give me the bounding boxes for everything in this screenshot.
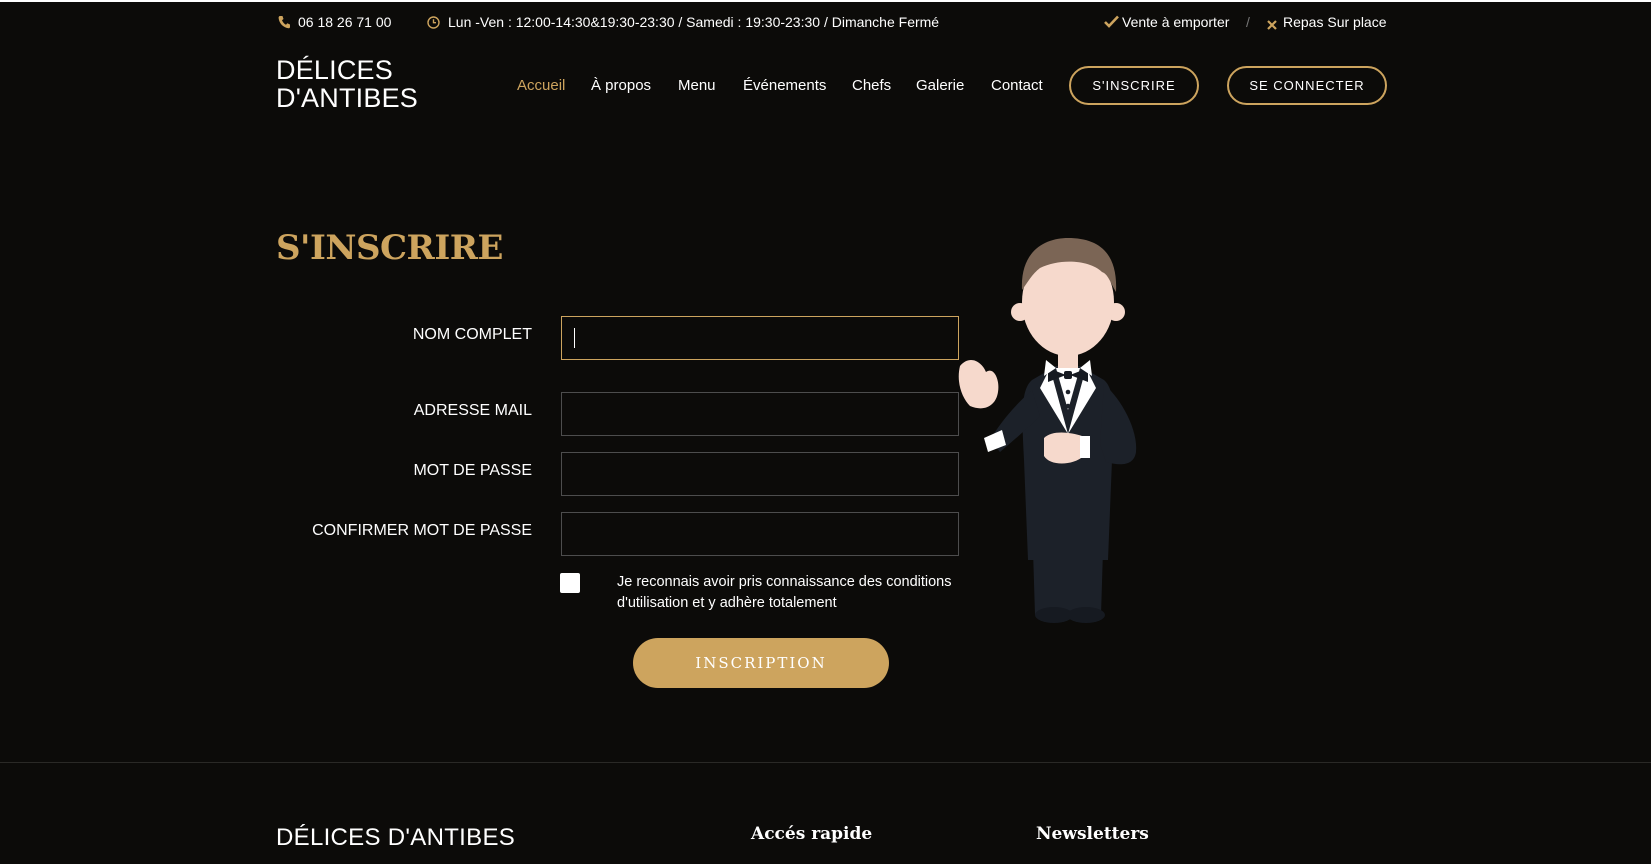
- terms-text: Je reconnais avoir pris connaissance des…: [617, 572, 957, 614]
- quick-access-heading: Accés rapide: [751, 824, 873, 844]
- nav-contact[interactable]: Contact: [991, 77, 1043, 94]
- nav-galerie[interactable]: Galerie: [916, 77, 964, 94]
- signup-button[interactable]: S'INSCRIRE: [1069, 66, 1199, 105]
- confirm-password-label: CONFIRMER MOT DE PASSE: [312, 522, 532, 539]
- nav-chefs[interactable]: Chefs: [852, 77, 891, 94]
- login-button[interactable]: SE CONNECTER: [1227, 66, 1387, 105]
- nav-menu[interactable]: Menu: [678, 77, 716, 94]
- top-border: [0, 0, 1651, 2]
- terms-checkbox[interactable]: [560, 573, 580, 593]
- email-label: ADRESSE MAIL: [413, 402, 532, 419]
- nav-accueil[interactable]: Accueil: [517, 77, 565, 94]
- nav-evenements[interactable]: Événements: [743, 77, 826, 94]
- logo-line-1: DÉLICES: [276, 55, 393, 85]
- dine-in-label: Repas Sur place: [1283, 14, 1387, 30]
- phone-number[interactable]: 06 18 26 71 00: [298, 14, 391, 30]
- full-name-input[interactable]: [561, 316, 959, 360]
- footer-brand: DÉLICES D'ANTIBES: [276, 824, 516, 851]
- terms-line-1: Je reconnais avoir pris connaissance des…: [617, 574, 952, 590]
- footer-divider: [0, 762, 1651, 763]
- phone-icon: [278, 15, 290, 34]
- logo-line-2: D'ANTIBES: [276, 83, 418, 113]
- password-input[interactable]: [561, 452, 959, 496]
- site-logo[interactable]: DÉLICES D'ANTIBES: [276, 56, 418, 112]
- email-input[interactable]: [561, 392, 959, 436]
- full-name-label: NOM COMPLET: [412, 326, 532, 343]
- topbar-separator: /: [1246, 14, 1250, 30]
- takeaway-label: Vente à emporter: [1122, 14, 1230, 30]
- inscription-button[interactable]: INSCRIPTION: [633, 638, 889, 688]
- opening-hours: Lun -Ven : 12:00-14:30&19:30-23:30 / Sam…: [448, 14, 940, 30]
- password-label: MOT DE PASSE: [413, 462, 532, 479]
- page-title: S'INSCRIRE: [276, 228, 503, 268]
- nav-a-propos[interactable]: À propos: [591, 77, 651, 94]
- clock-icon: [427, 16, 440, 34]
- checkmark-icon: [1104, 15, 1119, 33]
- confirm-password-input[interactable]: [561, 512, 959, 556]
- cross-icon: [1267, 17, 1277, 35]
- text-cursor: [574, 328, 575, 348]
- terms-line-2: d'utilisation et y adhère totalement: [617, 595, 837, 611]
- waiter-illustration: [940, 230, 1140, 635]
- newsletters-heading: Newsletters: [1036, 824, 1149, 844]
